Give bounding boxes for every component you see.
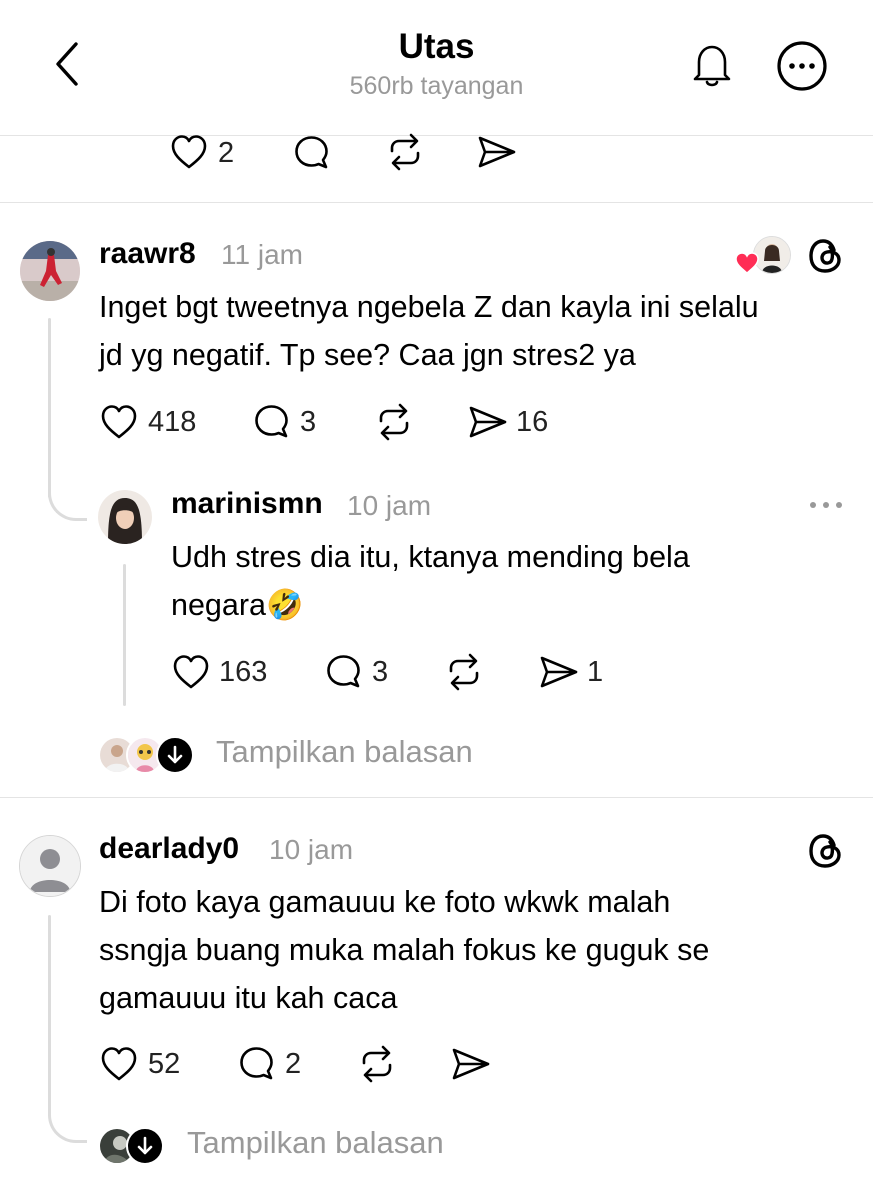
repost-icon: [449, 653, 479, 691]
threads-logo-icon: [809, 239, 841, 273]
avatar[interactable]: [20, 241, 80, 301]
liked-by-author-indicator: [735, 236, 791, 276]
view-count: 560rb tayangan: [349, 72, 524, 100]
comment-button[interactable]: [324, 653, 364, 691]
repost-button[interactable]: [356, 1044, 398, 1084]
arrow-down-icon: [137, 1136, 153, 1155]
threads-logo-icon: [809, 834, 841, 868]
show-replies-row[interactable]: Tampilkan balasan: [98, 733, 518, 774]
comment-button[interactable]: [252, 403, 292, 441]
default-avatar-icon: [20, 836, 80, 896]
repost-button[interactable]: [443, 652, 485, 692]
comment-icon: [240, 1047, 273, 1080]
reply-count: 2: [285, 1048, 302, 1080]
reply-count: 3: [300, 406, 317, 438]
timestamp: 10 jam: [269, 834, 354, 865]
like-button[interactable]: [170, 134, 210, 170]
share-button[interactable]: [450, 1046, 492, 1082]
username[interactable]: raawr8: [99, 237, 196, 271]
post-text-line: gamauuu itu kah caca: [99, 981, 398, 1015]
like-button[interactable]: [100, 404, 140, 440]
comment-icon: [327, 655, 360, 688]
comment-button[interactable]: [292, 134, 332, 172]
post-text-line: Inget bgt tweetnya ngebela Z dan kayla i…: [99, 290, 759, 324]
post-text-line: Di foto kaya gamauuu ke foto wkwk malah: [99, 885, 671, 919]
bell-icon: [693, 45, 731, 87]
post-text-line: negara🤣: [171, 581, 303, 630]
repost-icon: [362, 1045, 392, 1083]
share-button[interactable]: [538, 654, 580, 690]
heart-icon: [101, 405, 137, 439]
post-text-line: ssngja buang muka malah fokus ke guguk s…: [99, 933, 710, 967]
thread-connector: [48, 1060, 87, 1143]
post-divider: [0, 202, 873, 203]
share-icon: [469, 406, 507, 438]
share-icon: [452, 1048, 490, 1080]
post-text-fragment: negara: [171, 588, 266, 622]
expand-replies-button[interactable]: [156, 736, 194, 774]
comment-button[interactable]: [237, 1045, 277, 1083]
username[interactable]: marinismn: [171, 487, 323, 521]
post-text-line: jd yg negatif. Tp see? Caa jgn stres2 ya: [99, 338, 636, 372]
share-count: 16: [516, 406, 549, 438]
avatar[interactable]: [98, 490, 152, 544]
share-count: 1: [587, 656, 604, 688]
heart-badge-icon: [735, 252, 759, 274]
like-count: 2: [218, 137, 235, 169]
header-divider: [0, 135, 873, 136]
like-count: 418: [148, 406, 197, 438]
comment-icon: [295, 136, 328, 169]
notification-button[interactable]: [686, 38, 738, 90]
share-button[interactable]: [467, 404, 509, 440]
more-options-button[interactable]: [776, 40, 828, 92]
like-count: 163: [219, 656, 268, 688]
heart-icon: [173, 655, 209, 689]
expand-replies-button[interactable]: [126, 1127, 164, 1165]
page-title: Utas: [398, 27, 475, 66]
timestamp: 10 jam: [347, 490, 432, 521]
threads-link-button[interactable]: [806, 831, 846, 871]
share-icon: [540, 656, 578, 688]
post-text-line: Udh stres dia itu, ktanya mending bela: [171, 540, 690, 574]
more-circle-icon: [777, 41, 827, 91]
like-count: 52: [148, 1048, 181, 1080]
show-replies-label[interactable]: Tampilkan balasan: [187, 1125, 444, 1161]
timestamp: 11 jam: [221, 239, 303, 270]
show-replies-label[interactable]: Tampilkan balasan: [216, 734, 473, 770]
more-dots-icon: [810, 502, 842, 508]
repost-icon: [379, 403, 409, 441]
heart-icon: [101, 1047, 137, 1081]
show-replies-row[interactable]: Tampilkan balasan: [98, 1124, 498, 1165]
comment-icon: [255, 405, 288, 438]
share-icon: [478, 136, 516, 168]
threads-link-button[interactable]: [806, 236, 846, 276]
avatar[interactable]: [19, 835, 81, 897]
thread-connector: [48, 440, 87, 521]
arrow-down-icon: [167, 745, 183, 764]
repost-button[interactable]: [373, 402, 415, 442]
laughing-emoji: 🤣: [265, 588, 304, 623]
reply-more-button[interactable]: [806, 494, 846, 516]
repost-button[interactable]: [384, 132, 426, 172]
heart-icon: [171, 135, 207, 169]
post-divider: [0, 797, 873, 798]
like-button[interactable]: [100, 1046, 140, 1082]
username[interactable]: dearlady0: [99, 832, 239, 866]
share-button[interactable]: [476, 134, 518, 170]
like-button[interactable]: [172, 654, 212, 690]
thread-line: [123, 564, 126, 706]
reply-count: 3: [372, 656, 389, 688]
repost-icon: [390, 133, 420, 171]
